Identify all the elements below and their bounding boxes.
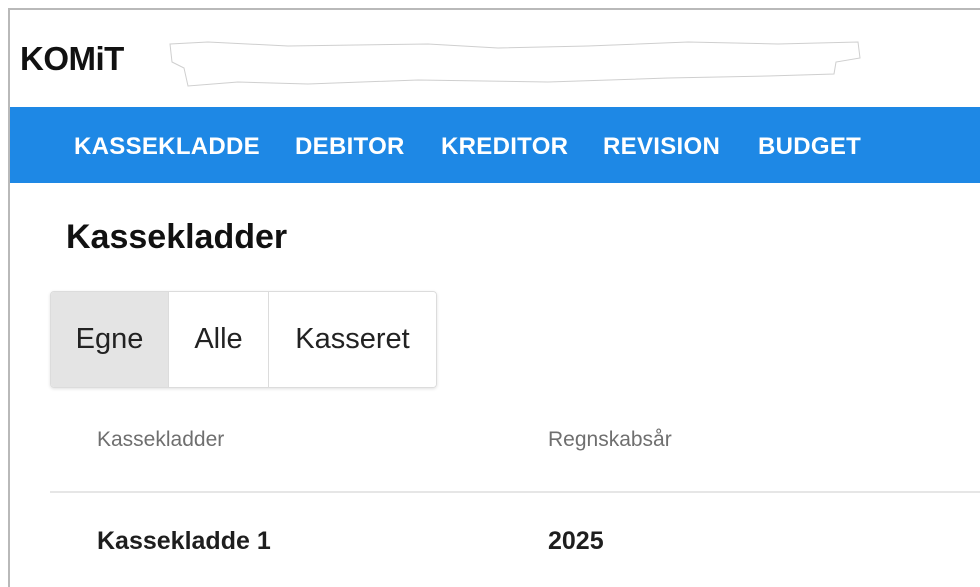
filter-tab-alle[interactable]: Alle bbox=[168, 292, 268, 387]
redacted-area bbox=[169, 41, 861, 87]
table-cell-kassekladde-name[interactable]: Kassekladde 1 bbox=[97, 527, 271, 556]
column-header-regnskabsaar[interactable]: Regnskabsår bbox=[548, 428, 672, 452]
nav-item-budget[interactable]: BUDGET bbox=[758, 133, 861, 161]
filter-tab-kasseret[interactable]: Kasseret bbox=[268, 292, 436, 387]
nav-item-kreditor[interactable]: KREDITOR bbox=[441, 133, 568, 161]
table-cell-regnskabsaar[interactable]: 2025 bbox=[548, 527, 604, 556]
nav-item-kassekladde[interactable]: KASSEKLADDE bbox=[74, 133, 260, 161]
app-logo: KOMiT bbox=[20, 40, 124, 77]
column-header-kassekladder[interactable]: Kassekladder bbox=[97, 428, 224, 452]
filter-segmented-control: Egne Alle Kasseret bbox=[50, 291, 437, 388]
page-title: Kassekladder bbox=[66, 218, 288, 256]
filter-tab-egne[interactable]: Egne bbox=[51, 292, 168, 387]
main-navigation: KASSEKLADDE DEBITOR KREDITOR REVISION BU… bbox=[10, 107, 980, 183]
nav-item-revision[interactable]: REVISION bbox=[603, 133, 720, 161]
nav-item-debitor[interactable]: DEBITOR bbox=[295, 133, 405, 161]
table-header-divider bbox=[50, 491, 980, 493]
